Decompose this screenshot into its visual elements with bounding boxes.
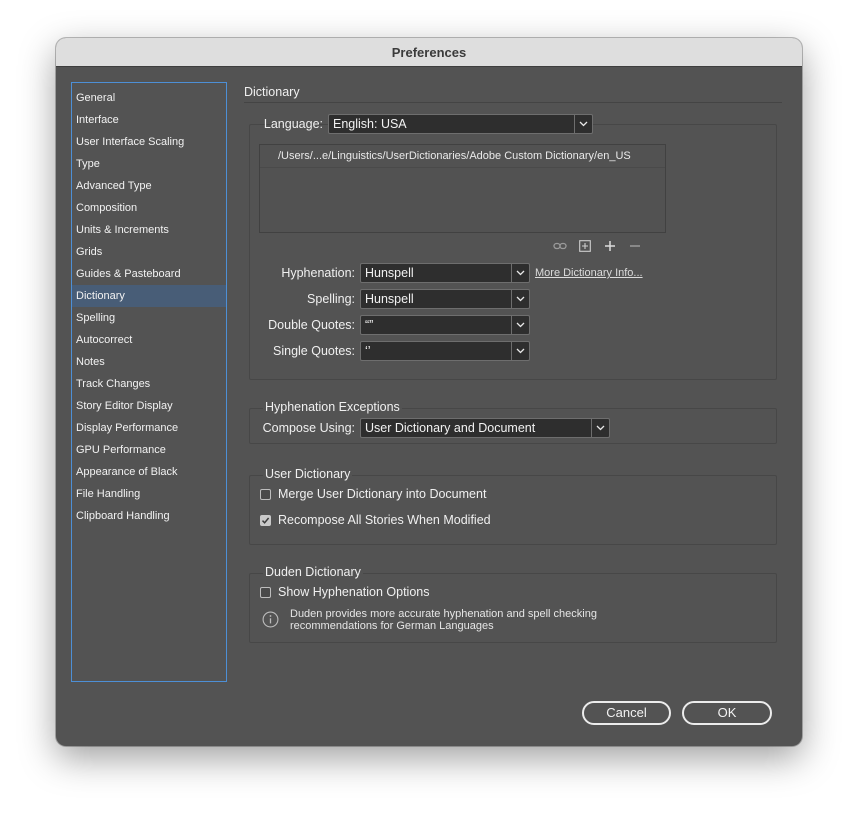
sidebar-item-advanced-type[interactable]: Advanced Type [72,175,226,197]
recompose-stories-label[interactable]: Recompose All Stories When Modified [278,513,491,527]
chevron-down-icon [591,419,609,437]
language-value: English: USA [333,117,407,131]
dictionary-section-title: Dictionary [244,85,300,99]
dictionary-path: /Users/...e/Linguistics/UserDictionaries… [278,150,631,162]
sidebar-item-track-changes[interactable]: Track Changes [72,373,226,395]
sidebar-item-autocorrect[interactable]: Autocorrect [72,329,226,351]
info-icon [262,611,279,628]
recompose-stories-checkbox[interactable] [260,515,271,526]
spelling-label: Spelling: [307,292,355,306]
preferences-dialog: Preferences General Interface User Interfa… [56,38,802,746]
compose-using-value: User Dictionary and Document [365,421,536,435]
spelling-value: Hunspell [365,292,414,306]
show-hyphenation-options-checkbox[interactable] [260,587,271,598]
more-dictionary-info-link[interactable]: More Dictionary Info... [535,267,643,279]
minus-icon[interactable] [628,239,642,253]
sidebar-item-clipboard-handling[interactable]: Clipboard Handling [72,505,226,527]
plus-icon[interactable] [603,239,617,253]
ok-button[interactable]: OK [682,701,772,725]
hyphenation-value: Hunspell [365,266,414,280]
chevron-down-icon [511,316,529,334]
double-quotes-select[interactable]: “” [360,315,530,335]
user-dictionary-group [249,475,777,545]
hyphenation-label: Hyphenation: [281,266,355,280]
checkmark-icon [261,517,270,524]
sidebar-item-appearance-of-black[interactable]: Appearance of Black [72,461,226,483]
dictionary-list[interactable]: /Users/...e/Linguistics/UserDictionaries… [259,144,666,233]
single-quotes-label: Single Quotes: [273,344,355,358]
language-select[interactable]: English: USA [328,114,593,134]
double-quotes-label: Double Quotes: [268,318,355,332]
hyphenation-exceptions-title: Hyphenation Exceptions [263,400,402,414]
single-quotes-value: ‘’ [365,344,371,358]
sidebar-item-units-and-increments[interactable]: Units & Increments [72,219,226,241]
chevron-down-icon [574,115,592,133]
sidebar-item-notes[interactable]: Notes [72,351,226,373]
sidebar-item-gpu-performance[interactable]: GPU Performance [72,439,226,461]
duden-info-text: Duden provides more accurate hyphenation… [290,608,597,632]
duden-dictionary-title: Duden Dictionary [263,565,363,579]
sidebar-item-guides-and-pasteboard[interactable]: Guides & Pasteboard [72,263,226,285]
cancel-button[interactable]: Cancel [582,701,671,725]
compose-using-label: Compose Using: [262,421,355,435]
section-divider [244,102,782,103]
double-quotes-value: “” [365,318,374,332]
chevron-down-icon [511,264,529,282]
dialog-title: Preferences [56,38,802,67]
sidebar-item-story-editor-display[interactable]: Story Editor Display [72,395,226,417]
chevron-down-icon [511,342,529,360]
hyphenation-select[interactable]: Hunspell [360,263,530,283]
sidebar-item-interface[interactable]: Interface [72,109,226,131]
chevron-down-icon [511,290,529,308]
sidebar-item-user-interface-scaling[interactable]: User Interface Scaling [72,131,226,153]
link-icon[interactable] [553,239,567,253]
merge-user-dictionary-checkbox[interactable] [260,489,271,500]
spelling-select[interactable]: Hunspell [360,289,530,309]
compose-using-select[interactable]: User Dictionary and Document [360,418,610,438]
user-dictionary-title: User Dictionary [263,467,353,481]
sidebar-item-type[interactable]: Type [72,153,226,175]
add-file-icon[interactable] [578,239,592,253]
sidebar-item-dictionary[interactable]: Dictionary [72,285,226,307]
sidebar-item-display-performance[interactable]: Display Performance [72,417,226,439]
sidebar-item-grids[interactable]: Grids [72,241,226,263]
sidebar-item-composition[interactable]: Composition [72,197,226,219]
list-item[interactable]: /Users/...e/Linguistics/UserDictionaries… [260,145,665,168]
sidebar-item-file-handling[interactable]: File Handling [72,483,226,505]
language-label: Language: [263,117,323,131]
merge-user-dictionary-label[interactable]: Merge User Dictionary into Document [278,487,486,501]
single-quotes-select[interactable]: ‘’ [360,341,530,361]
show-hyphenation-options-label[interactable]: Show Hyphenation Options [278,585,429,599]
sidebar-item-general[interactable]: General [72,87,226,109]
sidebar-nav: General Interface User Interface Scaling Ty… [71,82,227,682]
sidebar-item-spelling[interactable]: Spelling [72,307,226,329]
